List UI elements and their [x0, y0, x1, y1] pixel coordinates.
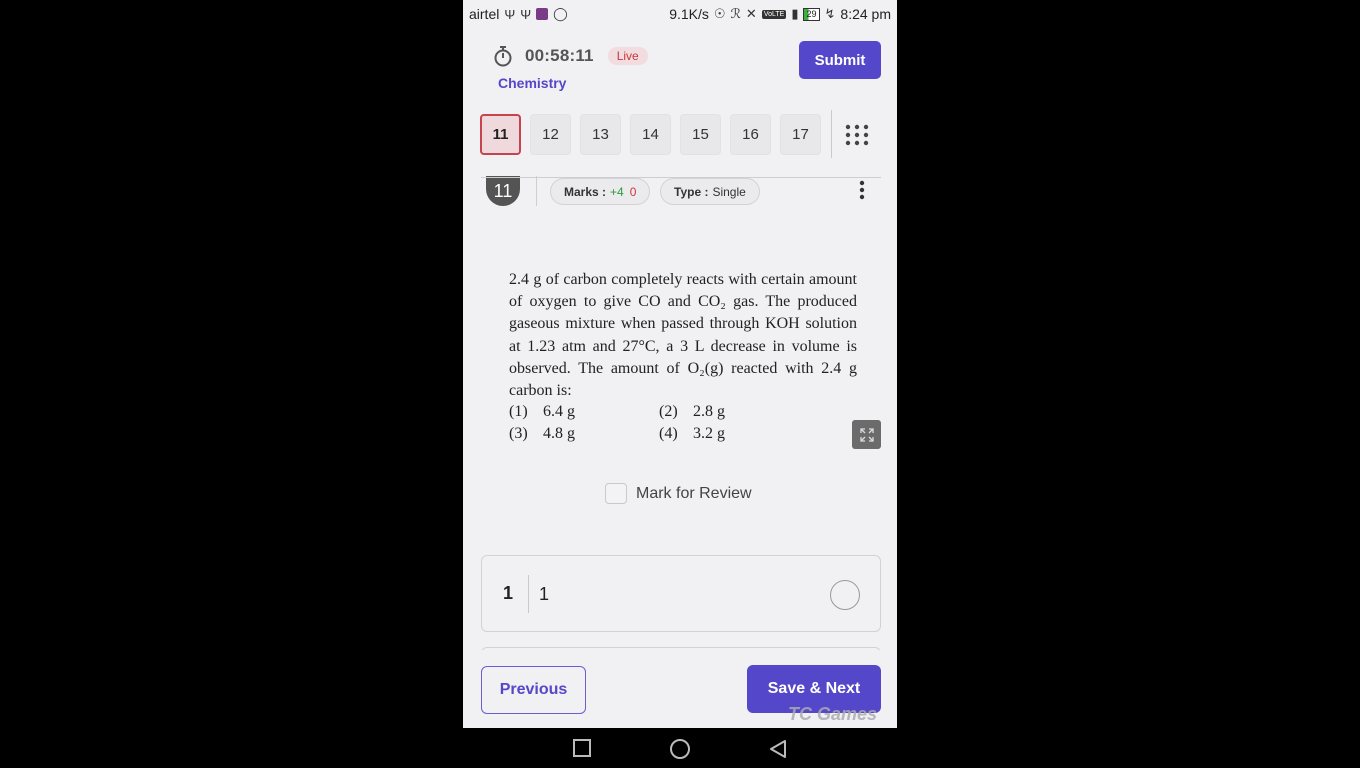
instagram-icon: [536, 8, 549, 20]
timer-text: 00:58:11: [525, 46, 594, 65]
question-option-2: (2) 2.8 g: [659, 403, 725, 420]
question-nav-item-11[interactable]: 11: [480, 114, 521, 155]
answer-option-radio[interactable]: [830, 580, 860, 610]
subject-label[interactable]: Chemistry: [498, 75, 566, 91]
type-label: Type :: [674, 184, 709, 199]
question-text: 2.4 g of carbon completely reacts with c…: [509, 271, 857, 400]
android-nav-bar: [463, 728, 897, 768]
phone-screen: airtel Ψ Ψ ◯ 9.1K/s ☉ ℛ ✕ VoLTE ▮ 29 ↯ 8…: [463, 0, 897, 768]
battery-icon: 29: [803, 7, 820, 21]
hotspot-icon: ☉: [713, 6, 726, 21]
type-chip: Type : Single: [660, 178, 760, 205]
bluetooth-icon: ℛ: [730, 6, 741, 21]
watermark: TC Games: [788, 704, 878, 724]
review-label: Mark for Review: [636, 484, 752, 502]
question-number-badge: 11: [486, 176, 520, 206]
question-nav-item-15[interactable]: 15: [680, 114, 721, 155]
answer-option-card[interactable]: 1 1: [481, 555, 881, 632]
question-option-3: (3) 4.8 g: [509, 425, 575, 443]
meta-divider: [536, 176, 537, 206]
stopwatch-icon: [494, 46, 512, 67]
more-vert-icon[interactable]: [859, 180, 865, 200]
question-meta-row: 11 Marks : +4 0 Type : Single: [463, 176, 897, 214]
answer-option-label: 1: [503, 583, 514, 603]
signal-icon: ▮: [791, 6, 799, 21]
expand-image-button[interactable]: [852, 420, 881, 449]
marks-positive: +4: [610, 184, 624, 199]
question-nav-item-12[interactable]: 12: [530, 114, 571, 155]
mark-for-review[interactable]: Mark for Review: [605, 483, 752, 504]
recent-apps-icon[interactable]: [573, 739, 591, 757]
test-app: 00:58:11 Live Chemistry Submit 11 12 13 …: [463, 28, 897, 728]
review-checkbox[interactable]: [605, 483, 627, 504]
question-nav-divider: [831, 110, 832, 158]
mute-icon: ✕: [745, 6, 757, 21]
expand-icon: [859, 427, 874, 442]
usb-icon: Ψ: [520, 6, 532, 22]
usb-icon: Ψ: [504, 6, 516, 22]
back-icon[interactable]: [769, 739, 787, 759]
grid-icon[interactable]: [845, 124, 869, 146]
question-nav-item-14[interactable]: 14: [630, 114, 671, 155]
question-options: (1) 6.4 g (2) 2.8 g (3) 4.8 g (4) 3.2 g: [509, 403, 809, 447]
test-header: 00:58:11 Live Chemistry Submit 11 12 13 …: [463, 28, 897, 168]
timer-row: 00:58:11 Live: [493, 45, 648, 67]
marks-negative: 0: [629, 184, 637, 199]
volte-icon: VoLTE: [761, 9, 787, 19]
charging-icon: ↯: [824, 6, 836, 21]
whatsapp-icon: ◯: [553, 6, 568, 21]
header-divider: [481, 177, 881, 178]
question-nav-item-13[interactable]: 13: [580, 114, 621, 155]
network-speed: 9.1K/s: [669, 6, 709, 22]
home-icon[interactable]: [670, 739, 690, 759]
question-option-4: (4) 3.2 g: [659, 425, 725, 443]
answer-option-divider: [528, 575, 529, 613]
question-option-1: (1) 6.4 g: [509, 403, 575, 420]
status-bar: airtel Ψ Ψ ◯ 9.1K/s ☉ ℛ ✕ VoLTE ▮ 29 ↯ 8…: [463, 0, 897, 28]
marks-label: Marks :: [564, 184, 607, 199]
question-nav-item-16[interactable]: 16: [730, 114, 771, 155]
marks-chip: Marks : +4 0: [550, 178, 651, 205]
submit-button[interactable]: Submit: [799, 41, 881, 79]
answer-option-value: 1: [539, 584, 550, 604]
carrier-name: airtel: [469, 6, 500, 22]
footer-bar: Previous Save & Next TC Games: [463, 650, 897, 728]
type-value: Single: [712, 184, 746, 199]
question-nav: 11 12 13 14 15 16 17: [480, 114, 821, 155]
clock: 8:24 pm: [840, 6, 891, 22]
question-nav-item-17[interactable]: 17: [780, 114, 821, 155]
live-badge: Live: [607, 47, 648, 65]
previous-button[interactable]: Previous: [481, 666, 586, 714]
